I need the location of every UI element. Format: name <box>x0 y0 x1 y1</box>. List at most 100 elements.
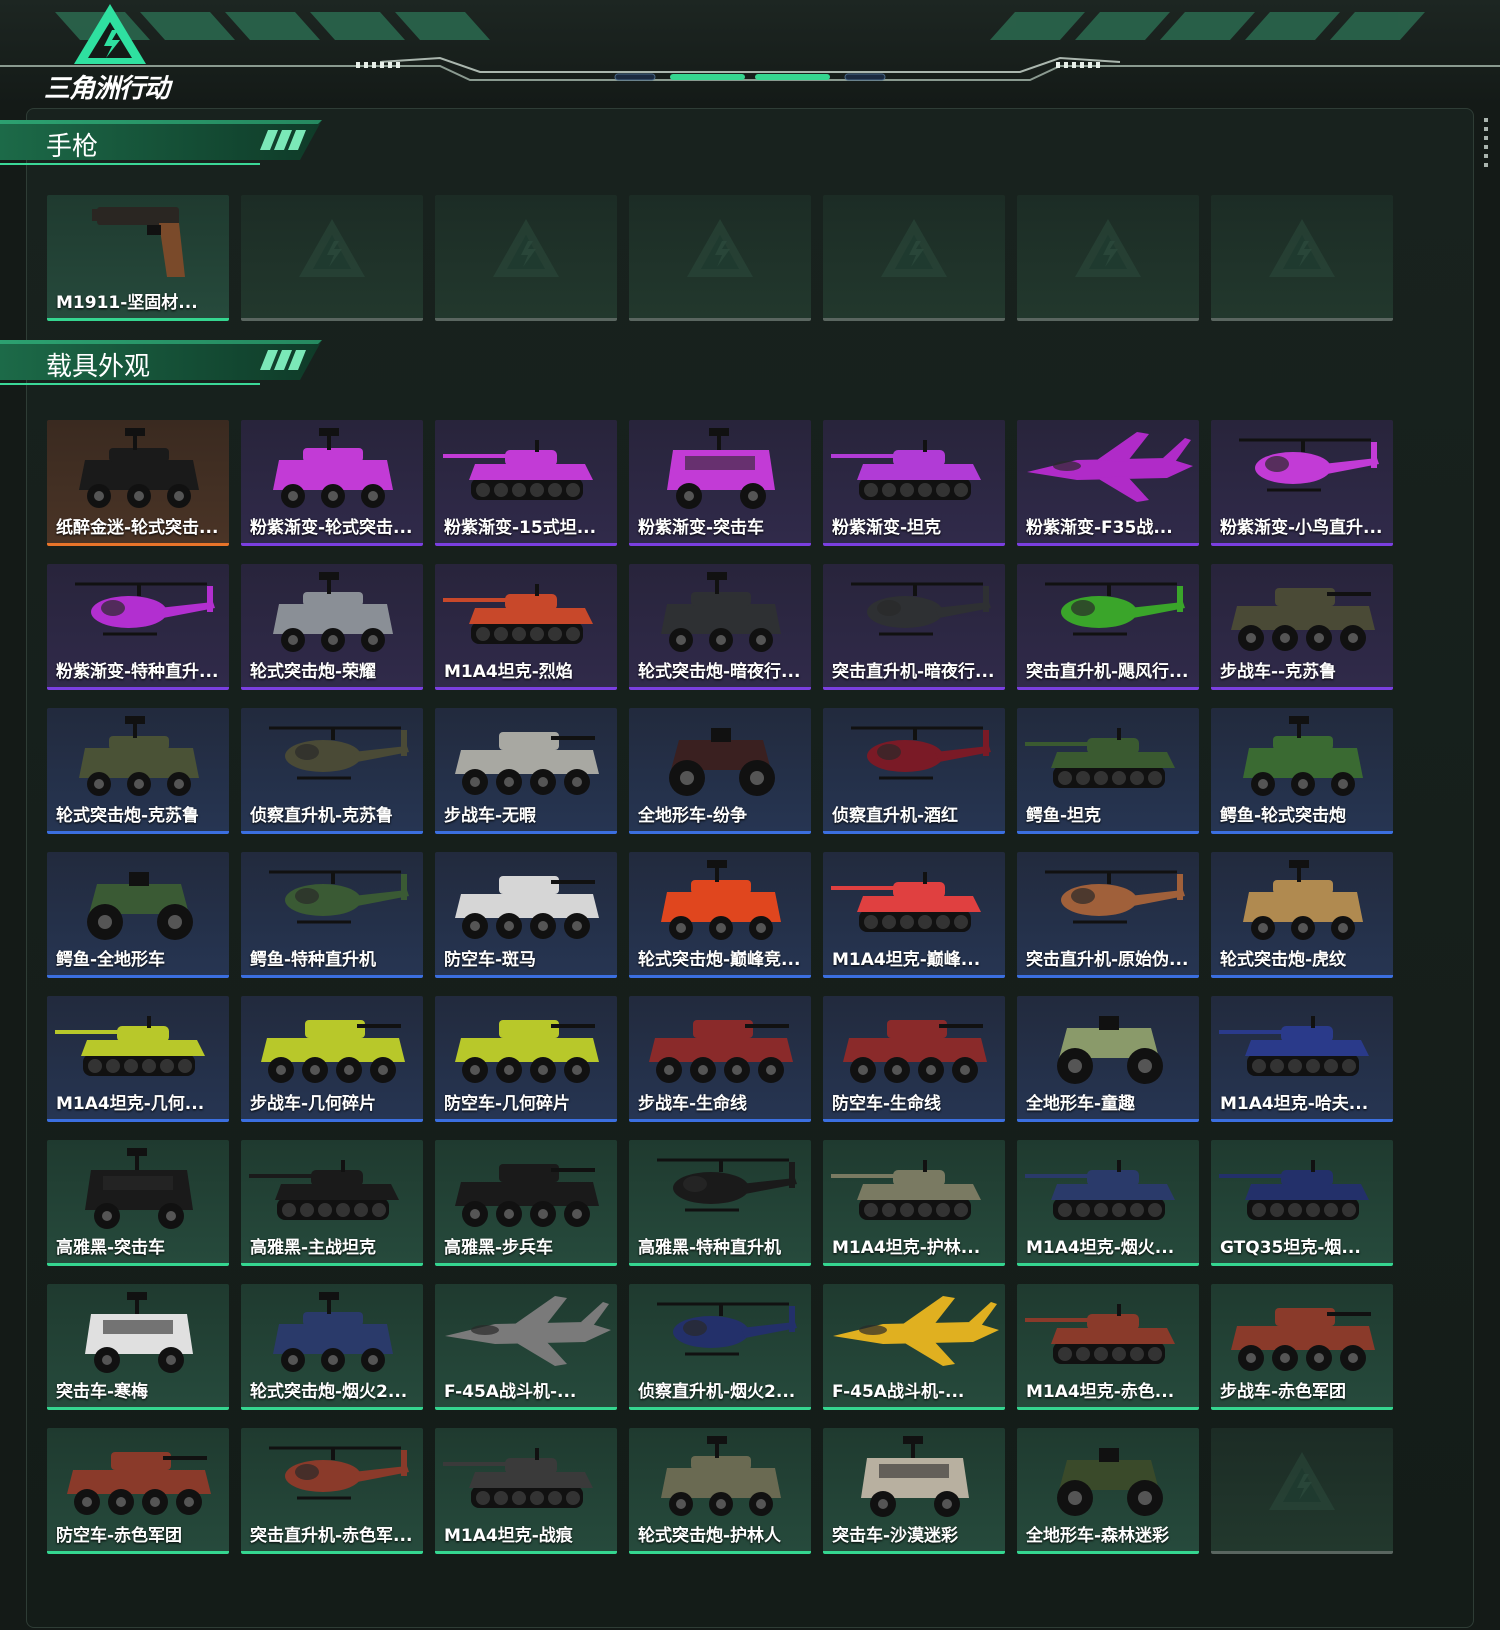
skin-card[interactable]: 高雅黑-特种直升机 <box>629 1140 811 1266</box>
empty-slot[interactable] <box>435 195 617 321</box>
skin-card[interactable]: 突击直升机-原始伪... <box>1017 852 1199 978</box>
empty-slot[interactable] <box>823 195 1005 321</box>
skin-card[interactable]: M1A4坦克-烈焰 <box>435 564 617 690</box>
skin-label: M1A4坦克-战痕 <box>444 1526 573 1546</box>
skin-card[interactable]: M1911-坚固材... <box>47 195 229 321</box>
skin-card[interactable]: GTQ35坦克-烟... <box>1211 1140 1393 1266</box>
wheeled-icon <box>273 1292 393 1372</box>
skin-card[interactable]: 全地形车-童趣 <box>1017 996 1199 1122</box>
skin-label: 鳄鱼-坦克 <box>1026 806 1102 826</box>
car-icon <box>85 1292 193 1373</box>
heli-icon <box>269 1446 409 1500</box>
wheeled-icon <box>79 716 199 796</box>
skin-label: 突击直升机-暗夜行... <box>832 662 995 682</box>
apc-icon <box>261 1020 405 1083</box>
wheeled-icon <box>273 428 393 508</box>
pistol-icon <box>92 207 185 277</box>
skin-card[interactable]: 粉紫渐变-突击车 <box>629 420 811 546</box>
skin-card[interactable]: M1A4坦克-哈夫... <box>1211 996 1393 1122</box>
scrollbar-dots[interactable] <box>1484 118 1488 172</box>
skin-card[interactable]: 高雅黑-步兵车 <box>435 1140 617 1266</box>
skin-card[interactable]: 粉紫渐变-特种直升... <box>47 564 229 690</box>
skin-card[interactable]: 纸醉金迷-轮式突击... <box>47 420 229 546</box>
skin-card[interactable]: 突击直升机-赤色军... <box>241 1428 423 1554</box>
skin-card[interactable]: F-45A战斗机-... <box>435 1284 617 1410</box>
skin-label: 步战车--克苏鲁 <box>1220 662 1337 682</box>
empty-slot[interactable] <box>629 195 811 321</box>
skin-card[interactable]: 轮式突击炮-克苏鲁 <box>47 708 229 834</box>
empty-slot[interactable] <box>1211 195 1393 321</box>
empty-slot[interactable] <box>241 195 423 321</box>
atv-icon <box>1057 1448 1163 1516</box>
skin-label: 高雅黑-突击车 <box>56 1238 166 1258</box>
skin-card[interactable]: 侦察直升机-酒红 <box>823 708 1005 834</box>
skin-card[interactable]: 轮式突击炮-巅峰竞... <box>629 852 811 978</box>
car-icon <box>667 428 775 509</box>
skin-card[interactable]: 步战车-赤色军团 <box>1211 1284 1393 1410</box>
skin-card[interactable]: 高雅黑-主战坦克 <box>241 1140 423 1266</box>
apc-icon <box>1231 588 1375 651</box>
skin-card[interactable]: 防空车-斑马 <box>435 852 617 978</box>
skin-card[interactable]: 突击车-沙漠迷彩 <box>823 1428 1005 1554</box>
skin-card[interactable]: 防空车-生命线 <box>823 996 1005 1122</box>
skin-label: 粉紫渐变-F35战... <box>1026 518 1173 538</box>
skin-card[interactable]: 步战车--克苏鲁 <box>1211 564 1393 690</box>
skin-card[interactable]: M1A4坦克-烟火... <box>1017 1140 1199 1266</box>
skin-card[interactable]: 全地形车-森林迷彩 <box>1017 1428 1199 1554</box>
empty-slot[interactable] <box>1211 1428 1393 1554</box>
skin-card[interactable]: 轮式突击炮-荣耀 <box>241 564 423 690</box>
skin-card[interactable]: 粉紫渐变-15式坦... <box>435 420 617 546</box>
skin-card[interactable]: M1A4坦克-几何... <box>47 996 229 1122</box>
skin-card[interactable]: 防空车-几何碎片 <box>435 996 617 1122</box>
skin-card[interactable]: 突击直升机-暗夜行... <box>823 564 1005 690</box>
tank-icon <box>1219 1016 1369 1076</box>
tank-icon <box>1219 1160 1369 1220</box>
skin-card[interactable]: 防空车-赤色军团 <box>47 1428 229 1554</box>
skin-card[interactable]: M1A4坦克-护林... <box>823 1140 1005 1266</box>
skin-card[interactable]: 粉紫渐变-坦克 <box>823 420 1005 546</box>
skin-card[interactable]: 鳄鱼-坦克 <box>1017 708 1199 834</box>
skin-label: 步战车-无暇 <box>444 806 537 826</box>
skin-label: 突击车-寒梅 <box>56 1382 149 1402</box>
skin-card[interactable]: 粉紫渐变-轮式突击... <box>241 420 423 546</box>
heli-icon <box>657 1158 797 1212</box>
empty-slot[interactable] <box>1017 195 1199 321</box>
skin-label: 纸醉金迷-轮式突击... <box>56 518 219 538</box>
skin-card[interactable]: 鳄鱼-全地形车 <box>47 852 229 978</box>
skin-label: 全地形车-森林迷彩 <box>1026 1526 1170 1546</box>
skin-card[interactable]: 鳄鱼-轮式突击炮 <box>1211 708 1393 834</box>
apc-icon <box>843 1020 987 1083</box>
skin-card[interactable]: F-45A战斗机-... <box>823 1284 1005 1410</box>
skin-card[interactable]: 轮式突击炮-虎纹 <box>1211 852 1393 978</box>
skin-card[interactable]: M1A4坦克-战痕 <box>435 1428 617 1554</box>
skin-label: 突击直升机-飓风行... <box>1026 662 1189 682</box>
skin-card[interactable]: M1A4坦克-赤色... <box>1017 1284 1199 1410</box>
skin-card[interactable]: 步战车-无暇 <box>435 708 617 834</box>
skin-card[interactable]: 突击车-寒梅 <box>47 1284 229 1410</box>
skin-card[interactable]: 粉紫渐变-小鸟直升... <box>1211 420 1393 546</box>
skin-card[interactable]: 全地形车-纷争 <box>629 708 811 834</box>
skin-card[interactable]: 突击直升机-飓风行... <box>1017 564 1199 690</box>
skin-card[interactable]: 高雅黑-突击车 <box>47 1140 229 1266</box>
skin-card[interactable]: 鳄鱼-特种直升机 <box>241 852 423 978</box>
skin-label: 侦察直升机-克苏鲁 <box>250 806 394 826</box>
skin-card[interactable]: 步战车-生命线 <box>629 996 811 1122</box>
skin-card[interactable]: 侦察直升机-克苏鲁 <box>241 708 423 834</box>
skin-card[interactable]: 轮式突击炮-护林人 <box>629 1428 811 1554</box>
jet-icon <box>1027 432 1193 502</box>
skin-label: M1A4坦克-哈夫... <box>1220 1094 1369 1114</box>
skin-label: 突击直升机-原始伪... <box>1026 950 1189 970</box>
skin-label: 全地形车-纷争 <box>638 806 748 826</box>
skin-card[interactable]: 轮式突击炮-烟火2... <box>241 1284 423 1410</box>
skin-card[interactable]: 粉紫渐变-F35战... <box>1017 420 1199 546</box>
skin-card[interactable]: M1A4坦克-巅峰... <box>823 852 1005 978</box>
skin-label: 防空车-赤色军团 <box>56 1526 183 1546</box>
skin-label: 轮式突击炮-巅峰竞... <box>638 950 801 970</box>
tank-icon <box>831 440 981 500</box>
skin-card[interactable]: 步战车-几何碎片 <box>241 996 423 1122</box>
wheeled-icon <box>661 1436 781 1516</box>
car-icon <box>861 1436 969 1517</box>
skin-label: 防空车-几何碎片 <box>444 1094 571 1114</box>
skin-card[interactable]: 轮式突击炮-暗夜行... <box>629 564 811 690</box>
skin-card[interactable]: 侦察直升机-烟火2... <box>629 1284 811 1410</box>
